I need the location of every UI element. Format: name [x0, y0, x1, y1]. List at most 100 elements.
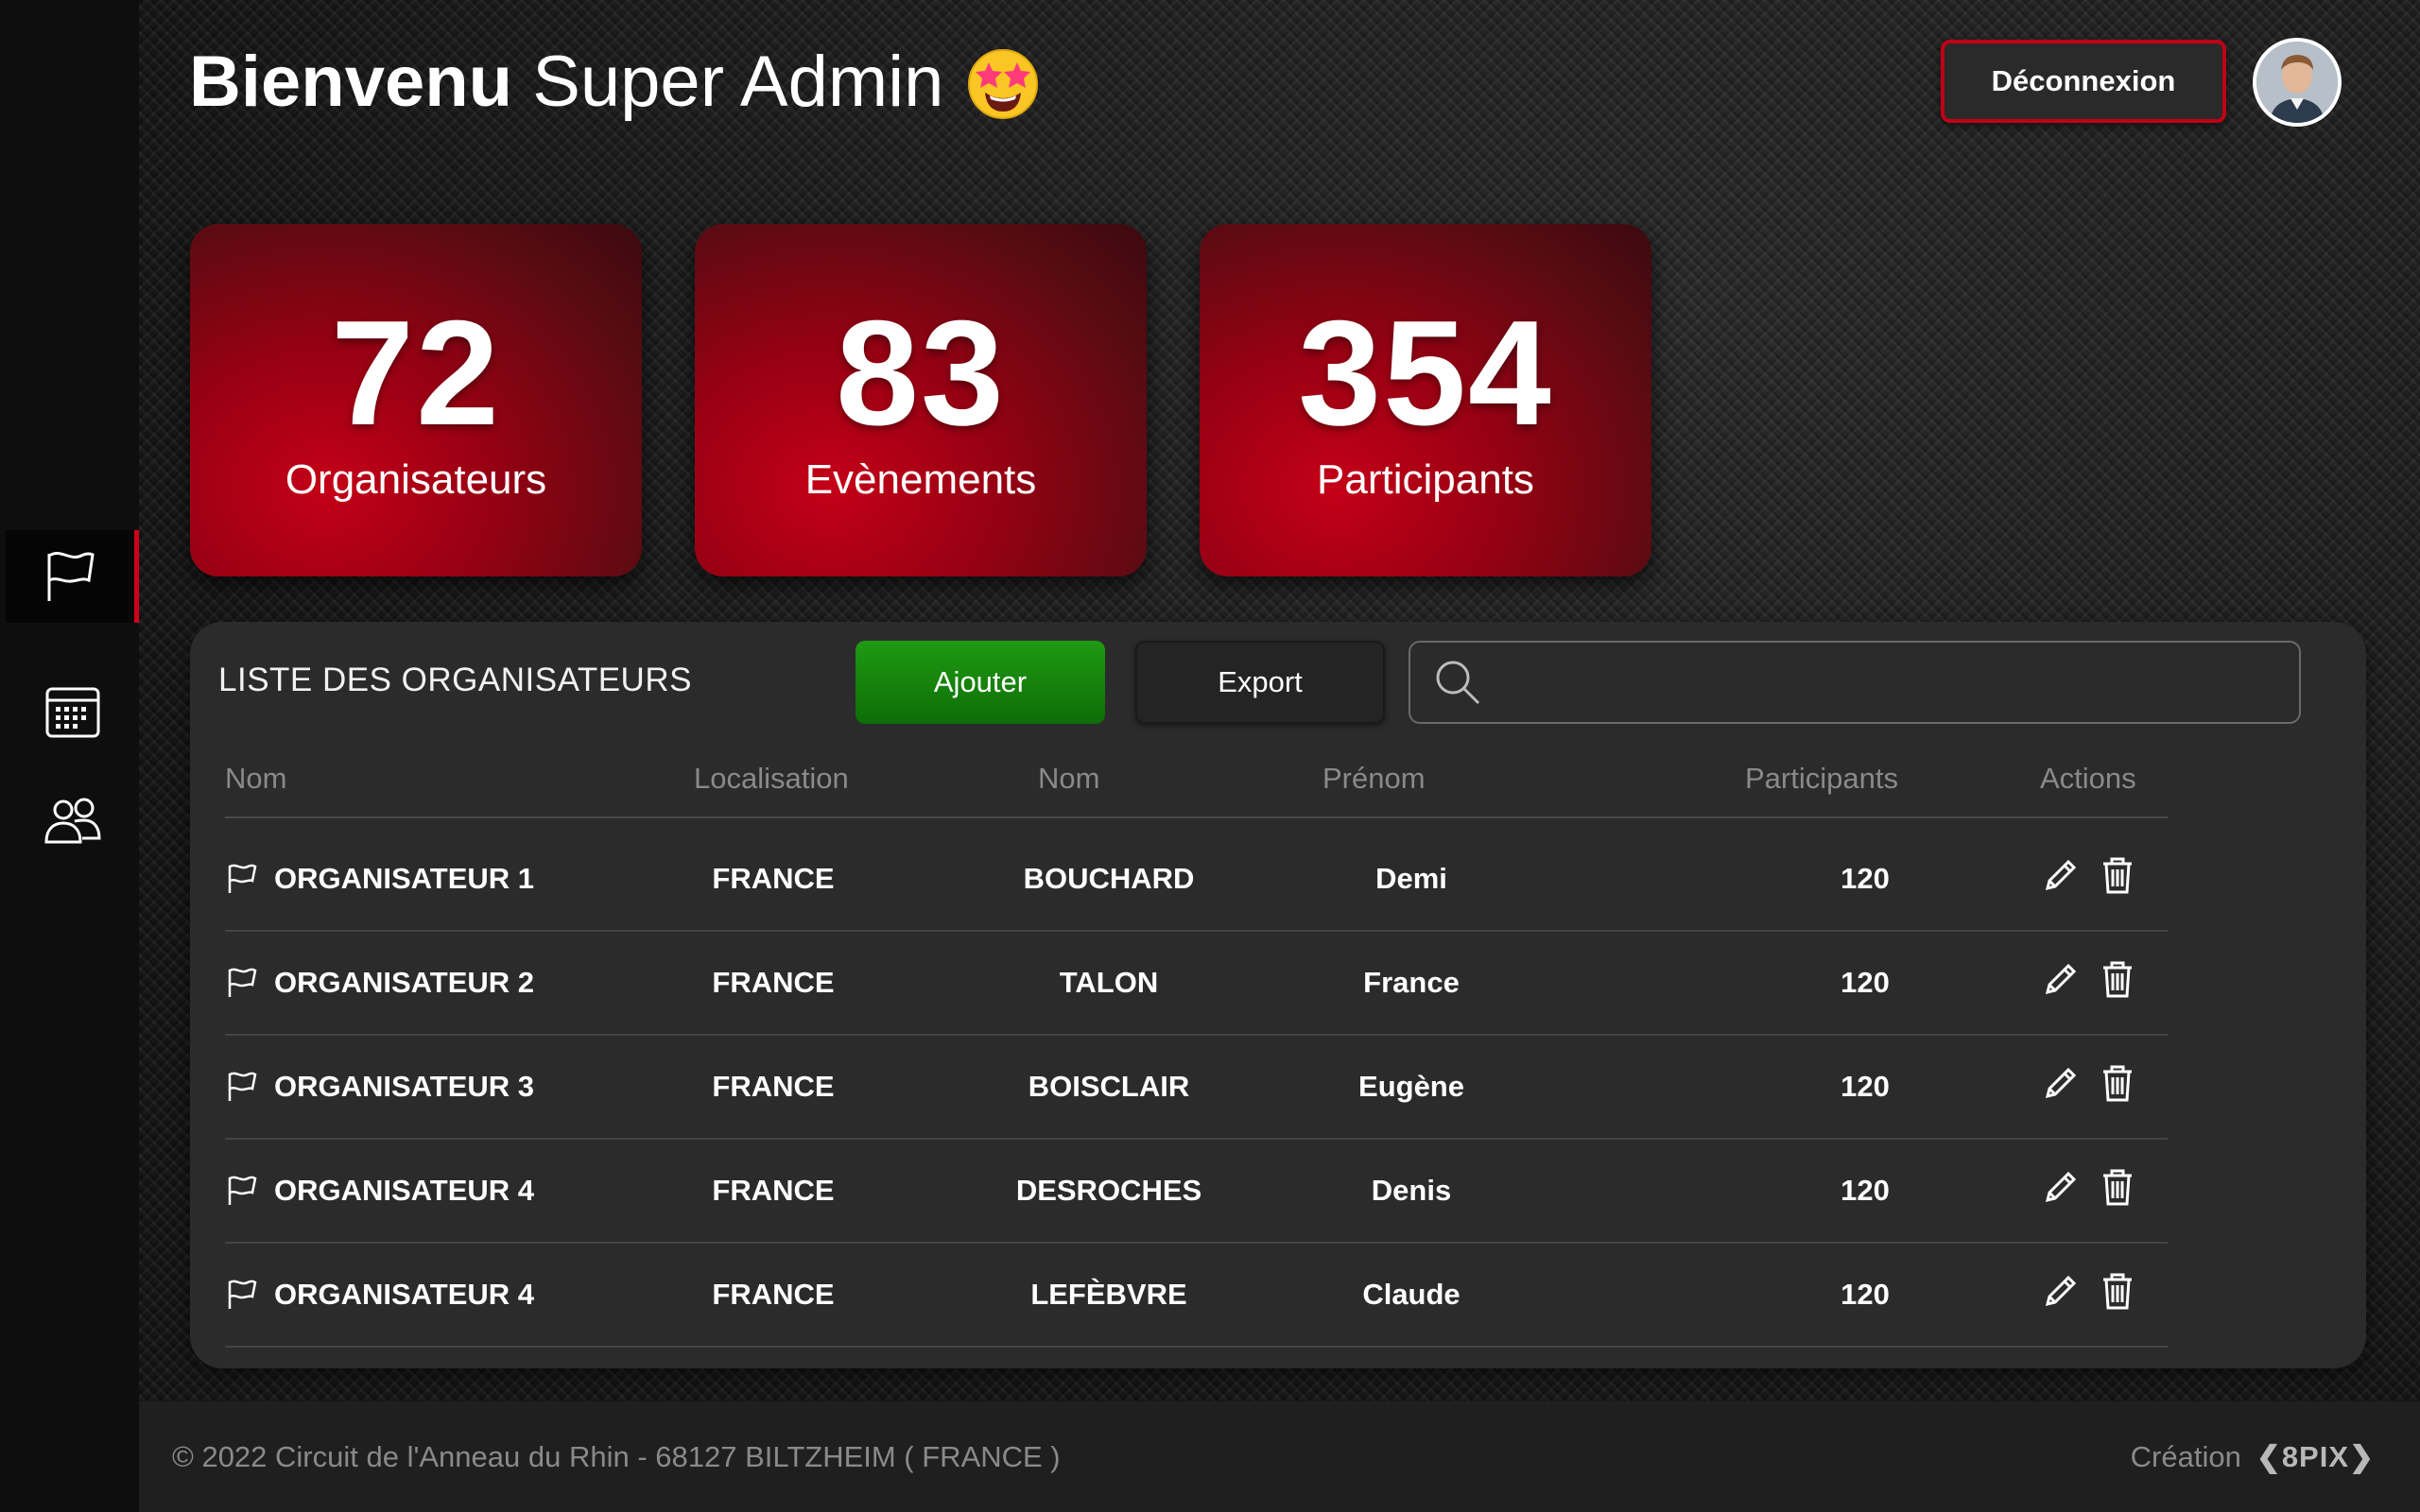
add-button[interactable]: Ajouter: [856, 641, 1105, 724]
trash-icon: [2103, 1169, 2132, 1206]
footer: © 2022 Circuit de l'Anneau du Rhin - 681…: [139, 1401, 2420, 1512]
flag-icon: [228, 864, 257, 893]
column-header-participants: Participants: [1745, 762, 1898, 795]
edit-button[interactable]: [2040, 854, 2082, 903]
organizer-name: ORGANISATEUR 2: [274, 966, 535, 999]
flag-icon: [228, 1176, 257, 1205]
last-name-cell: BOISCLAIR: [1028, 1070, 1190, 1103]
column-header-name: Nom: [225, 762, 287, 795]
edit-button[interactable]: [2040, 1166, 2082, 1215]
delete-button[interactable]: [2097, 1062, 2138, 1111]
star-struck-emoji: [968, 49, 1039, 119]
delete-button[interactable]: [2097, 1270, 2138, 1319]
edit-button[interactable]: [2040, 1270, 2082, 1319]
last-name-cell: DESROCHES: [1015, 1174, 1202, 1207]
users-icon: [43, 798, 101, 844]
delete-button[interactable]: [2097, 1166, 2138, 1215]
stat-card-organizers: 72 Organisateurs: [190, 224, 642, 576]
organizer-cell: ORGANISATEUR 4: [225, 1140, 534, 1242]
calendar-icon: [45, 687, 99, 738]
edit-icon: [2045, 1171, 2077, 1203]
organizer-name: ORGANISATEUR 4: [274, 1174, 535, 1207]
organizers-panel: LISTE DES ORGANISATEURS Ajouter Export N…: [190, 622, 2366, 1368]
trash-icon: [2103, 1273, 2132, 1310]
flag-icon: [228, 1280, 257, 1309]
delete-button[interactable]: [2097, 958, 2138, 1007]
column-header-actions: Actions: [2040, 762, 2136, 795]
location-cell: FRANCE: [712, 862, 835, 895]
column-header-last-name: Nom: [1038, 762, 1100, 795]
first-name-cell: Eugène: [1358, 1070, 1464, 1103]
search-input[interactable]: [1497, 643, 2299, 722]
panel-title: LISTE DES ORGANISATEURS: [218, 662, 692, 698]
table-row[interactable]: ORGANISATEUR 4 FRANCE LEFÈBVRE Claude 120: [225, 1244, 2168, 1348]
stat-card-participants: 354 Participants: [1200, 224, 1651, 576]
edit-button[interactable]: [2040, 1062, 2082, 1111]
welcome-bold: Bienvenu: [189, 42, 513, 122]
first-name-cell: France: [1363, 966, 1460, 999]
organizer-cell: ORGANISATEUR 2: [225, 932, 534, 1034]
search-box[interactable]: [1409, 641, 2301, 724]
actions-cell: [2040, 1244, 2172, 1346]
sidebar-item-organizers[interactable]: [6, 530, 139, 623]
table-row[interactable]: ORGANISATEUR 3 FRANCE BOISCLAIR Eugène 120: [225, 1036, 2168, 1140]
stat-value: 72: [331, 289, 501, 456]
organizer-name: ORGANISATEUR 4: [274, 1278, 535, 1311]
participants-cell: 120: [1841, 1278, 1890, 1311]
last-name-cell: BOUCHARD: [1023, 862, 1195, 895]
avatar-image: [2256, 42, 2338, 123]
stat-label: Organisateurs: [285, 455, 547, 503]
flag-icon: [47, 551, 95, 601]
participants-cell: 120: [1841, 966, 1890, 999]
last-name-cell: TALON: [1059, 966, 1159, 999]
participants-cell: 120: [1841, 1070, 1890, 1103]
stat-label: Participants: [1317, 455, 1534, 503]
organizer-cell: ORGANISATEUR 3: [225, 1036, 534, 1138]
stat-label: Evènements: [804, 455, 1037, 503]
credit-label: Création: [2130, 1439, 2241, 1473]
welcome-name: Super Admin: [532, 42, 944, 122]
table-row[interactable]: ORGANISATEUR 1 FRANCE BOUCHARD Demi 120: [225, 828, 2168, 932]
stat-value: 83: [836, 289, 1006, 456]
footer-credit: Création ❮8PIX❯: [2131, 1440, 2375, 1474]
location-cell: FRANCE: [712, 1174, 835, 1207]
actions-cell: [2040, 1036, 2172, 1138]
table-row[interactable]: ORGANISATEUR 2 FRANCE TALON France 120: [225, 932, 2168, 1036]
column-header-first-name: Prénom: [1322, 762, 1426, 795]
location-cell: FRANCE: [712, 1070, 835, 1103]
trash-icon: [2103, 1065, 2132, 1102]
export-button[interactable]: Export: [1135, 641, 1385, 724]
delete-button[interactable]: [2097, 854, 2138, 903]
first-name-cell: Claude: [1362, 1278, 1461, 1311]
participants-cell: 120: [1841, 862, 1890, 895]
location-cell: FRANCE: [712, 966, 835, 999]
edit-button[interactable]: [2040, 958, 2082, 1007]
column-header-location: Localisation: [694, 762, 849, 795]
stat-card-events: 83 Evènements: [695, 224, 1147, 576]
organizer-name: ORGANISATEUR 1: [274, 862, 535, 895]
stat-value: 354: [1298, 289, 1553, 456]
edit-icon: [2045, 1275, 2077, 1307]
sidebar-item-participants[interactable]: [6, 775, 139, 868]
trash-icon: [2103, 961, 2132, 998]
first-name-cell: Denis: [1371, 1174, 1452, 1207]
actions-cell: [2040, 1140, 2172, 1242]
actions-cell: [2040, 828, 2172, 930]
credit-brand-link[interactable]: ❮8PIX❯: [2256, 1440, 2375, 1474]
edit-icon: [2045, 963, 2077, 995]
organizer-cell: ORGANISATEUR 1: [225, 828, 534, 930]
footer-copyright: © 2022 Circuit de l'Anneau du Rhin - 681…: [172, 1439, 1061, 1473]
edit-icon: [2045, 859, 2077, 891]
last-name-cell: LEFÈBVRE: [1030, 1278, 1187, 1311]
table-row[interactable]: ORGANISATEUR 4 FRANCE DESROCHES Denis 120: [225, 1140, 2168, 1244]
location-cell: FRANCE: [712, 1278, 835, 1311]
user-avatar[interactable]: [2253, 38, 2342, 127]
organizer-cell: ORGANISATEUR 4: [225, 1244, 534, 1346]
participants-cell: 120: [1841, 1174, 1890, 1207]
organizer-name: ORGANISATEUR 3: [274, 1070, 535, 1103]
actions-cell: [2040, 932, 2172, 1034]
first-name-cell: Demi: [1375, 862, 1447, 895]
table-header: Nom Localisation Nom Prénom Participants…: [225, 762, 2168, 818]
sidebar-item-events[interactable]: [6, 666, 139, 759]
logout-button[interactable]: Déconnexion: [1941, 40, 2226, 123]
